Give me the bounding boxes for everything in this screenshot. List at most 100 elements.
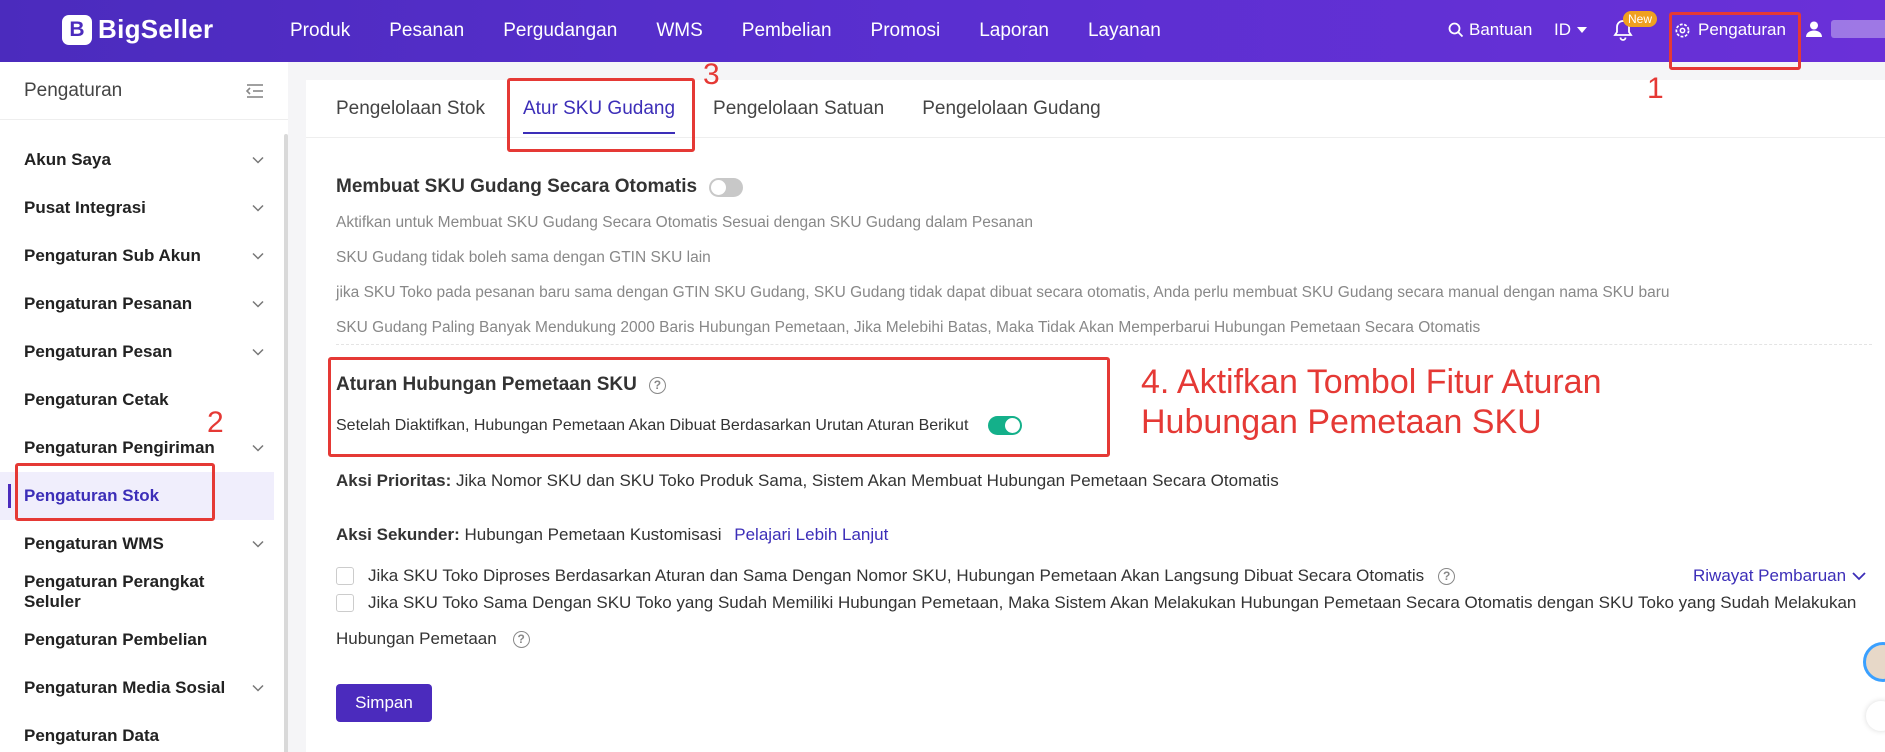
option-1-label: Jika SKU Toko Diproses Berdasarkan Atura… [368, 566, 1425, 585]
annotation-box-1 [1669, 12, 1801, 70]
chevron-down-icon [1852, 572, 1866, 581]
sidebar-item-label: Pengaturan Pesan [24, 342, 173, 361]
learn-more-link[interactable]: Pelajari Lebih Lanjut [734, 525, 888, 544]
help-label: Bantuan [1469, 20, 1533, 39]
annotation-box-4 [328, 357, 1110, 457]
sidebar-item-label: Pusat Integrasi [24, 198, 146, 217]
sidebar-item[interactable]: Pengaturan Sub Akun [0, 232, 288, 280]
secondary-option-2-cont: Hubungan Pemetaan ? [336, 629, 530, 649]
sidebar-title: Pengaturan [24, 79, 123, 101]
main-nav: Produk Pesanan Pergudangan WMS Pembelian… [290, 0, 1161, 62]
question-icon[interactable]: ? [1438, 567, 1456, 585]
chevron-down-icon [252, 684, 264, 692]
secondary-text: Hubungan Pemetaan Kustomisasi [459, 525, 722, 544]
new-badge: New [1623, 11, 1658, 27]
nav-laporan[interactable]: Laporan [979, 20, 1049, 42]
nav-wms[interactable]: WMS [656, 20, 702, 42]
logo-icon: B [62, 14, 92, 45]
auto-sku-section-title: Membuat SKU Gudang Secara Otomatis [336, 176, 744, 198]
auto-sku-note: jika SKU Toko pada pesanan baru sama den… [336, 284, 1670, 301]
sidebar-item[interactable]: Pengaturan Cetak [0, 376, 288, 424]
nav-pesanan[interactable]: Pesanan [389, 20, 464, 42]
sidebar-item-label: Pengaturan Media Sosial [24, 678, 226, 697]
sidebar-item[interactable]: Pengaturan Media Sosial [0, 664, 288, 712]
toggle-knob [711, 179, 727, 195]
nav-pembelian[interactable]: Pembelian [742, 20, 832, 42]
sidebar-item[interactable]: Pengaturan WMS [0, 520, 288, 568]
secondary-label: Aksi Sekunder: [336, 525, 460, 544]
nav-promosi[interactable]: Promosi [871, 20, 941, 42]
language-select[interactable]: ID [1554, 20, 1587, 40]
settings-sidebar: Pengaturan Akun Saya Pusat Integrasi Penga… [0, 62, 288, 752]
caret-down-icon [1577, 27, 1587, 33]
save-button[interactable]: Simpan [336, 684, 432, 722]
sidebar-item-label: Pengaturan Sub Akun [24, 246, 201, 265]
sidebar-item[interactable]: Pengaturan Pesan [0, 328, 288, 376]
auto-sku-note: SKU Gudang Paling Banyak Mendukung 2000 … [336, 319, 1481, 336]
sidebar-item-label: Pengaturan Pengiriman [24, 438, 215, 457]
sidebar-item[interactable]: Pusat Integrasi [0, 184, 288, 232]
chevron-down-icon [252, 204, 264, 212]
sidebar-item-label: Pengaturan WMS [24, 534, 164, 553]
sidebar-item[interactable]: Akun Saya [0, 136, 288, 184]
annotation-number-1: 1 [1647, 72, 1664, 105]
search-icon [1448, 22, 1464, 38]
tab-pengelolaan-gudang[interactable]: Pengelolaan Gudang [922, 80, 1101, 138]
option-2-checkbox[interactable] [336, 594, 354, 612]
tab-pengelolaan-satuan[interactable]: Pengelolaan Satuan [713, 80, 884, 138]
option-1-checkbox[interactable] [336, 567, 354, 585]
auto-sku-title: Membuat SKU Gudang Secara Otomatis [336, 176, 698, 197]
nav-produk[interactable]: Produk [290, 20, 350, 42]
sidebar-item[interactable]: Pengaturan Perangkat Seluler [0, 568, 288, 616]
tab-pengelolaan-stok[interactable]: Pengelolaan Stok [336, 80, 485, 138]
help-link[interactable]: Bantuan [1448, 20, 1532, 40]
priority-text: Jika Nomor SKU dan SKU Toko Produk Sama,… [451, 471, 1279, 490]
auto-sku-toggle[interactable] [709, 177, 744, 197]
collapse-menu-icon[interactable] [246, 83, 264, 98]
sidebar-item-label: Pengaturan Perangkat Seluler [24, 572, 205, 611]
brand-name: BigSeller [98, 14, 214, 44]
update-history-link[interactable]: Riwayat Pembaruan [1693, 566, 1866, 586]
option-2-label-cont: Hubungan Pemetaan [336, 629, 497, 648]
auto-sku-note: Aktifkan untuk Membuat SKU Gudang Secara… [336, 214, 1034, 231]
secondary-action: Aksi Sekunder: Hubungan Pemetaan Kustomi… [336, 525, 888, 545]
annotation-number-3: 3 [703, 58, 720, 91]
secondary-option-2: Jika SKU Toko Sama Dengan SKU Toko yang … [336, 593, 1856, 613]
nav-pergudangan[interactable]: Pergudangan [503, 20, 617, 42]
sidebar-item[interactable]: Pengaturan Pesanan [0, 280, 288, 328]
sidebar-menu: Akun Saya Pusat Integrasi Pengaturan Sub A… [0, 120, 288, 752]
question-icon[interactable]: ? [512, 630, 530, 648]
priority-action: Aksi Prioritas: Jika Nomor SKU dan SKU T… [336, 471, 1279, 491]
user-icon [1806, 21, 1822, 37]
chevron-down-icon [252, 444, 264, 452]
user-menu[interactable] [1805, 20, 1885, 38]
sidebar-item-label: Pengaturan Data [24, 726, 160, 745]
chevron-down-icon [252, 540, 264, 548]
option-2-label: Jika SKU Toko Sama Dengan SKU Toko yang … [368, 593, 1857, 612]
annotation-box-2 [15, 463, 215, 521]
sidebar-header: Pengaturan [0, 62, 288, 120]
brand-logo[interactable]: B BigSeller [62, 14, 213, 45]
history-label: Riwayat Pembaruan [1693, 566, 1847, 585]
priority-label: Aksi Prioritas: [336, 471, 452, 490]
sidebar-item-label: Pengaturan Pesanan [24, 294, 193, 313]
sidebar-item-label: Pengaturan Pembelian [24, 630, 208, 649]
annotation-step-4: 4. Aktifkan Tombol Fitur Aturan Hubungan… [1141, 363, 1602, 441]
language-label: ID [1554, 20, 1571, 39]
sidebar-item[interactable]: Pengaturan Pembelian [0, 616, 288, 664]
nav-layanan[interactable]: Layanan [1088, 20, 1161, 42]
auto-sku-note: SKU Gudang tidak boleh sama dengan GTIN … [336, 249, 711, 266]
top-navbar: B BigSeller Produk Pesanan Pergudangan W… [0, 0, 1885, 62]
chevron-down-icon [252, 156, 264, 164]
section-divider [336, 344, 1872, 345]
annotation-box-3 [507, 78, 695, 152]
chevron-down-icon [252, 300, 264, 308]
annotation-number-2: 2 [207, 406, 224, 439]
sidebar-scrollbar[interactable] [284, 134, 288, 752]
chevron-down-icon [252, 252, 264, 260]
sidebar-item-label: Pengaturan Cetak [24, 390, 169, 409]
user-name-redacted [1831, 20, 1885, 38]
sidebar-item-label: Akun Saya [24, 150, 111, 169]
sidebar-item[interactable]: Pengaturan Data [0, 712, 288, 752]
secondary-option-1: Jika SKU Toko Diproses Berdasarkan Atura… [336, 566, 1456, 586]
